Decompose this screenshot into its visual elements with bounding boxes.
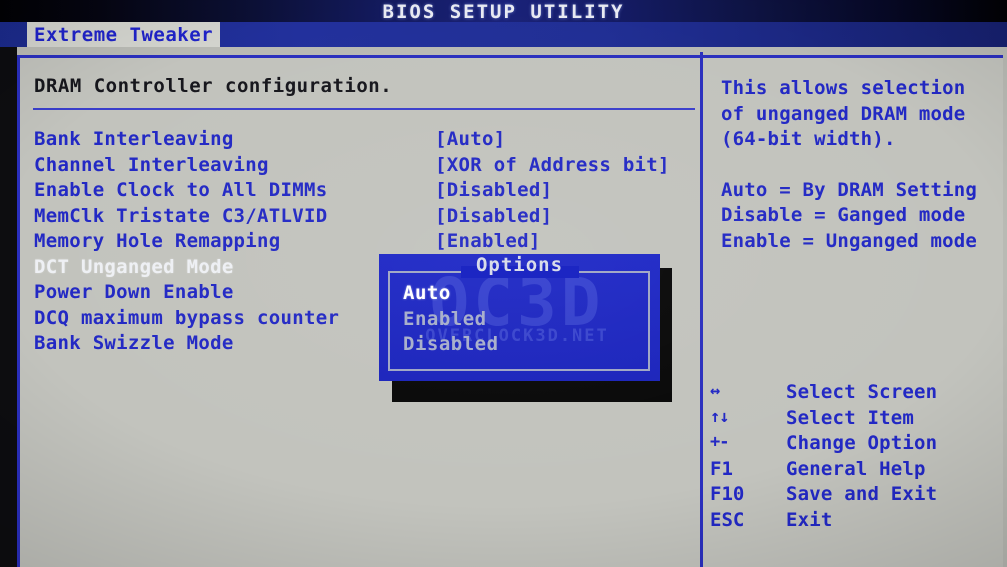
legend-description: Select Screen: [786, 381, 938, 403]
help-line: of unganged DRAM mode: [721, 102, 966, 125]
option-item[interactable]: Enabled: [403, 307, 499, 333]
help-line: This allows selection: [721, 77, 966, 99]
setting-label: Bank Swizzle Mode: [34, 332, 234, 354]
setting-label: Bank Interleaving: [34, 128, 234, 150]
key-legend: ↔ Select Screen ↑↓ Select Item +- Change Opti…: [710, 381, 1007, 534]
setting-label: Channel Interleaving: [34, 153, 269, 176]
page-title: BIOS SETUP UTILITY: [382, 1, 625, 23]
setting-row[interactable]: Memory Hole Remapping [Enabled]: [34, 230, 699, 256]
panel-divider: [700, 52, 703, 567]
setting-value[interactable]: [Disabled]: [435, 205, 552, 227]
legend-description: Change Option: [786, 432, 938, 454]
screen-left-edge: [0, 47, 17, 567]
section-title: DRAM Controller configuration.: [34, 75, 393, 97]
help-line: Enable = Unganged mode: [721, 229, 978, 252]
legend-key-icon: ↔: [710, 381, 720, 401]
legend-key-icon: ↑↓: [710, 406, 729, 427]
setting-value[interactable]: [Disabled]: [435, 179, 552, 201]
legend-row: ESC Exit: [710, 509, 1007, 535]
help-spacer: [721, 153, 1007, 178]
options-dialog[interactable]: OC3D OVERCLOCK3D.NET Options Auto Enabled…: [379, 254, 660, 381]
title-bar: BIOS SETUP UTILITY: [0, 0, 1007, 23]
legend-description: Save and Exit: [786, 483, 938, 505]
legend-description: General Help: [786, 457, 926, 480]
setting-label: DCQ maximum bypass counter: [34, 306, 340, 329]
tab-extreme-tweaker[interactable]: Extreme Tweaker: [27, 22, 221, 47]
help-line: Disable = Ganged mode: [721, 204, 966, 226]
setting-value[interactable]: [Auto]: [435, 128, 505, 150]
bios-screen: BIOS SETUP UTILITY Extreme Tweaker DRAM …: [0, 0, 1007, 567]
setting-label: Enable Clock to All DIMMs: [34, 179, 328, 201]
option-item[interactable]: Auto: [403, 281, 499, 307]
option-item[interactable]: Disabled: [403, 332, 499, 358]
setting-label: DCT Unganged Mode: [34, 255, 234, 278]
setting-value[interactable]: [Enabled]: [435, 230, 541, 252]
legend-row: ↔ Select Screen: [710, 381, 1007, 407]
legend-key-icon: +-: [710, 432, 729, 452]
legend-key-label: ESC: [710, 508, 745, 531]
setting-row[interactable]: MemClk Tristate C3/ATLVID [Disabled]: [34, 205, 699, 231]
help-panel: This allows selection of unganged DRAM mo…: [721, 76, 1007, 254]
setting-row[interactable]: Bank Interleaving [Auto]: [34, 128, 699, 154]
legend-key-label: F1: [710, 457, 733, 480]
legend-row: F1 General Help: [710, 458, 1007, 484]
legend-description: Select Item: [786, 406, 915, 429]
help-line: Auto = By DRAM Setting: [721, 178, 978, 201]
options-list: Auto Enabled Disabled: [403, 281, 499, 358]
setting-row[interactable]: Enable Clock to All DIMMs [Disabled]: [34, 179, 699, 205]
setting-label: MemClk Tristate C3/ATLVID: [34, 204, 328, 227]
help-line: (64-bit width).: [721, 128, 896, 150]
legend-row: +- Change Option: [710, 432, 1007, 458]
section-divider: [33, 108, 695, 110]
setting-row[interactable]: Channel Interleaving [XOR of Address bit]: [34, 154, 699, 180]
setting-label: Memory Hole Remapping: [34, 230, 281, 252]
legend-row: F10 Save and Exit: [710, 483, 1007, 509]
tab-strip: Extreme Tweaker: [0, 22, 1007, 47]
setting-label: Power Down Enable: [34, 281, 234, 303]
legend-description: Exit: [786, 508, 833, 531]
legend-key-label: F10: [710, 483, 745, 505]
setting-value[interactable]: [XOR of Address bit]: [435, 154, 670, 176]
dialog-title: Options: [475, 254, 564, 276]
legend-row: ↑↓ Select Item: [710, 407, 1007, 433]
